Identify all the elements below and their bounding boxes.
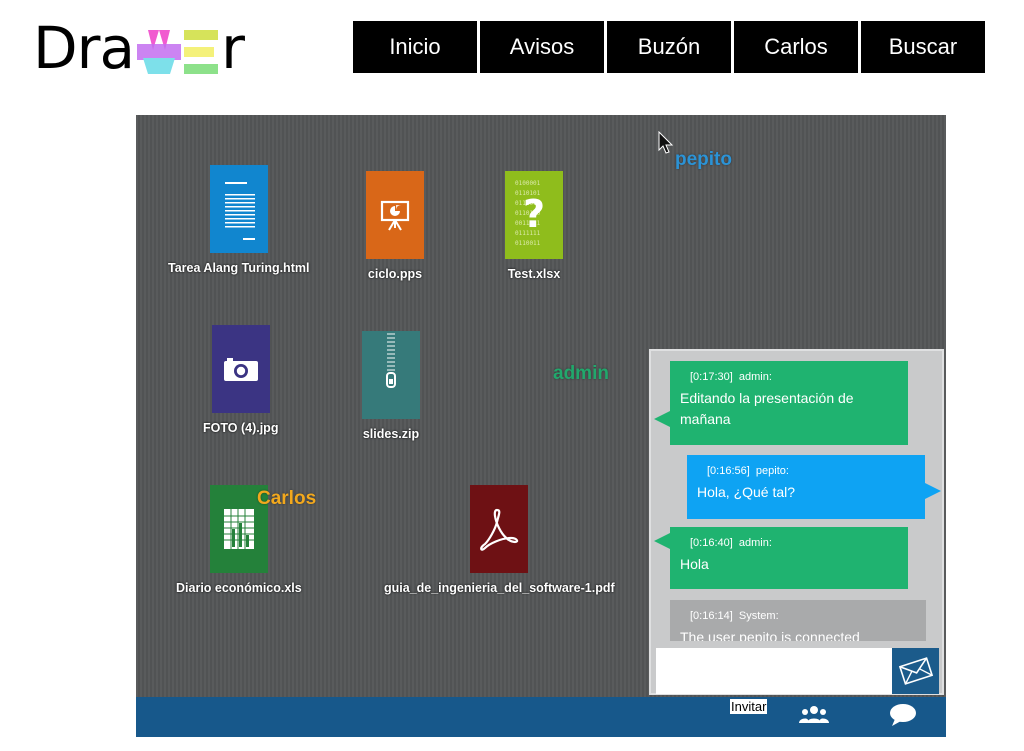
message-text: Editando la presentación de mañana	[680, 390, 854, 427]
mouse-pointer-icon	[658, 130, 674, 160]
nav-buscar-button[interactable]: Buscar	[861, 21, 985, 73]
chat-input[interactable]	[656, 648, 892, 694]
message-author: admin:	[738, 371, 772, 383]
chat-message: [0:16:56] pepito: Hola, ¿Qué tal?	[687, 455, 941, 519]
message-time: [0:16:40]	[690, 537, 733, 549]
logo-text-r: r	[221, 14, 245, 82]
file-ciclo-pps[interactable]: ciclo.pps	[366, 171, 424, 281]
file-name: Diario económico.xls	[176, 581, 302, 595]
message-meta: [0:16:56] pepito:	[697, 465, 915, 477]
presentation-icon	[366, 171, 424, 259]
nav-user-button[interactable]: Carlos	[734, 21, 858, 73]
message-time: [0:17:30]	[690, 371, 733, 383]
chat-panel: [0:17:30] admin: Editando la presentació…	[649, 349, 944, 695]
users-button[interactable]	[799, 703, 829, 732]
file-guia-pdf[interactable]: guia_de_ingenieria_del_software-1.pdf	[384, 485, 615, 595]
svg-text:?: ?	[523, 192, 545, 236]
message-author: pepito:	[755, 465, 789, 477]
send-message-button[interactable]	[892, 648, 939, 694]
chat-toggle-button[interactable]	[889, 703, 917, 732]
file-name: Test.xlsx	[507, 267, 561, 281]
nav-inicio-button[interactable]: Inicio	[353, 21, 477, 73]
file-name: ciclo.pps	[367, 267, 423, 281]
envelope-icon	[898, 657, 933, 685]
top-navigation: Inicio Avisos Buzón Carlos Buscar	[353, 21, 985, 73]
message-text: The user pepito is connected	[680, 629, 860, 641]
message-time: [0:16:56]	[707, 465, 750, 477]
file-name: guia_de_ingenieria_del_software-1.pdf	[384, 581, 615, 595]
file-name: Tarea Alang Turing.html	[168, 261, 310, 275]
message-meta: [0:16:40] admin:	[680, 537, 898, 549]
message-meta: [0:16:14] System:	[680, 610, 916, 622]
nav-buzon-button[interactable]: Buzón	[607, 21, 731, 73]
file-tarea-html[interactable]: Tarea Alang Turing.html	[168, 165, 309, 275]
users-icon	[799, 706, 829, 723]
chat-message-list[interactable]: [0:17:30] admin: Editando la presentació…	[651, 351, 942, 641]
svg-text:0110011: 0110011	[515, 240, 541, 247]
remote-cursor-admin: admin	[553, 363, 609, 384]
nav-avisos-button[interactable]: Avisos	[480, 21, 604, 73]
file-test-xlsx[interactable]: 0100001 0110101 0111010 0110100 0011011 …	[505, 171, 563, 281]
chat-message-system: [0:16:14] System: The user pepito is con…	[670, 600, 926, 641]
chat-message: [0:16:40] admin: Hola	[654, 527, 908, 589]
message-text: Hola	[680, 556, 709, 572]
file-foto-jpg[interactable]: FOTO (4).jpg	[203, 325, 278, 435]
unknown-file-icon: 0100001 0110101 0111010 0110100 0011011 …	[505, 171, 563, 259]
pdf-icon	[470, 485, 529, 573]
file-name: slides.zip	[362, 427, 420, 441]
zipper-icon	[362, 331, 420, 419]
message-time: [0:16:14]	[690, 610, 733, 622]
message-text: Hola, ¿Qué tal?	[697, 484, 796, 500]
chat-bubble-icon	[890, 704, 916, 726]
invite-button[interactable]: Invitar	[730, 699, 768, 714]
bubble-tail	[925, 483, 941, 499]
remote-cursor-carlos: Carlos	[257, 488, 317, 509]
message-author: System:	[738, 610, 779, 622]
message-meta: [0:17:30] admin:	[680, 371, 898, 383]
document-icon	[209, 165, 268, 253]
logo-w-mark	[137, 26, 182, 74]
message-author: admin:	[738, 537, 772, 549]
logo-e-mark	[184, 26, 219, 74]
bubble-tail	[654, 411, 670, 427]
svg-text:0100001: 0100001	[515, 180, 541, 187]
chat-message: [0:17:30] admin: Editando la presentació…	[654, 361, 908, 445]
bubble-tail	[654, 533, 670, 549]
app-logo: Dra r	[33, 14, 245, 82]
remote-cursor-pepito: pepito	[675, 149, 732, 170]
file-name: FOTO (4).jpg	[203, 421, 279, 435]
logo-text-dra: Dra	[33, 14, 135, 82]
camera-icon	[211, 325, 270, 413]
file-slides-zip[interactable]: slides.zip	[362, 331, 420, 441]
